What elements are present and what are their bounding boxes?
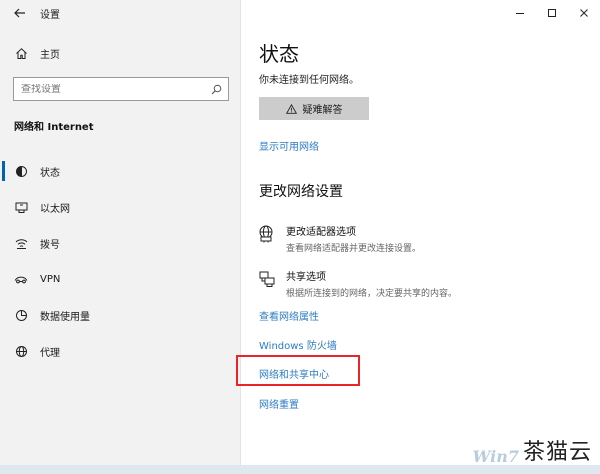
sidebar-item-data-usage[interactable]: 数据使用量 [0, 297, 241, 333]
sidebar-item-label: 以太网 [40, 203, 70, 215]
minimize-button[interactable] [504, 0, 536, 26]
change-settings-title: 更改网络设置 [259, 184, 343, 200]
sharing-icon [258, 270, 276, 288]
dialup-icon [14, 236, 28, 250]
home-label: 主页 [40, 49, 60, 61]
window-controls [504, 0, 600, 26]
option-description: 根据所连接到的网络，决定要共享的内容。 [286, 289, 458, 299]
sidebar-item-label: VPN [40, 273, 61, 285]
troubleshoot-label: 疑难解答 [302, 105, 343, 116]
sidebar-item-label: 拨号 [40, 239, 60, 251]
page-title: 状态 [259, 42, 299, 66]
warning-icon [285, 103, 297, 114]
sharing-options[interactable]: 共享选项 根据所连接到的网络，决定要共享的内容。 [258, 268, 588, 299]
option-title: 更改适配器选项 [286, 227, 356, 238]
option-description: 查看网络适配器并更改连接设置。 [286, 244, 422, 254]
adapter-icon [258, 225, 276, 243]
data-usage-icon [14, 308, 28, 322]
search-input[interactable] [21, 83, 201, 95]
ethernet-icon [14, 200, 28, 214]
app-title: 设置 [40, 9, 60, 21]
back-button[interactable] [0, 0, 40, 26]
close-icon [580, 9, 588, 17]
bottom-strip [0, 465, 600, 474]
close-button[interactable] [568, 0, 600, 26]
home-icon [14, 46, 28, 60]
title-bar-left: 设置 [0, 0, 241, 26]
option-title: 共享选项 [286, 272, 326, 283]
windows-firewall-link[interactable]: Windows 防火墙 [259, 337, 337, 352]
watermark-logo: Win7 [472, 447, 519, 466]
sidebar-item-label: 代理 [40, 347, 60, 359]
watermark: Win7 茶猫云 [472, 434, 592, 466]
show-available-networks-link[interactable]: 显示可用网络 [259, 138, 319, 153]
troubleshoot-button[interactable]: 疑难解答 [259, 97, 369, 120]
sidebar-item-label: 状态 [40, 167, 60, 179]
sidebar-item-vpn[interactable]: VPN [0, 261, 241, 297]
network-reset-link[interactable]: 网络重置 [259, 396, 299, 411]
maximize-button[interactable] [536, 0, 568, 26]
main-content: 状态 你未连接到任何网络。 疑难解答 显示可用网络 更改网络设置 更改适配器选项… [241, 0, 600, 474]
settings-window: 设置 主页 网络和 Internet [0, 0, 600, 474]
sidebar-nav: 状态 以太网 拨号 VPN 数据使用量 代理 [0, 153, 241, 369]
sidebar-item-proxy[interactable]: 代理 [0, 333, 241, 369]
maximize-icon [548, 9, 556, 17]
proxy-icon [14, 344, 28, 358]
sidebar-item-home[interactable]: 主页 [0, 40, 241, 66]
search-box[interactable] [13, 77, 229, 101]
section-title: 网络和 Internet [14, 122, 94, 133]
sidebar-item-status[interactable]: 状态 [0, 153, 241, 189]
sidebar-item-dialup[interactable]: 拨号 [0, 225, 241, 261]
change-adapter-options[interactable]: 更改适配器选项 查看网络适配器并更改连接设置。 [258, 223, 588, 254]
status-icon [14, 164, 28, 178]
view-network-properties-link[interactable]: 查看网络属性 [259, 308, 319, 323]
network-sharing-center-link[interactable]: 网络和共享中心 [259, 366, 329, 381]
sidebar-item-label: 数据使用量 [40, 311, 90, 323]
back-arrow-icon [14, 8, 25, 18]
minimize-icon [516, 13, 524, 14]
watermark-text: 茶猫云 [522, 440, 592, 465]
vpn-icon [14, 272, 28, 286]
sidebar-item-ethernet[interactable]: 以太网 [0, 189, 241, 225]
sidebar: 设置 主页 网络和 Internet [0, 0, 241, 474]
connection-status-text: 你未连接到任何网络。 [259, 75, 359, 86]
search-icon [211, 84, 222, 94]
